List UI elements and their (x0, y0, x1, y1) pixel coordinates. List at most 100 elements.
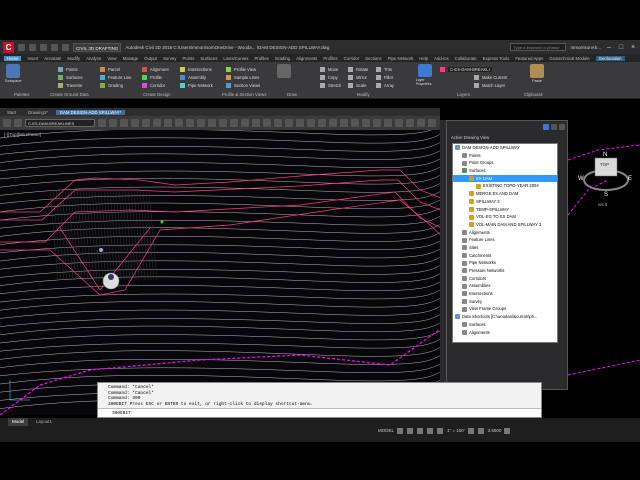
tool-icon-9[interactable] (186, 119, 194, 127)
tree-item[interactable]: VOL-MAIN DAM AND SPILLWAY 3 (453, 221, 557, 229)
move-button[interactable]: Move (320, 65, 341, 73)
tree-item[interactable]: Survey (453, 298, 557, 306)
ribbon-tab-express-tools[interactable]: Express Tools (483, 56, 510, 61)
ribbon-tab-output[interactable]: Output (144, 56, 157, 61)
maximize-icon[interactable]: □ (617, 44, 625, 51)
ribbon-tab-manage[interactable]: Manage (123, 56, 139, 61)
ribbon-tab-analyze[interactable]: Analyze (86, 56, 101, 61)
model-space-toggle[interactable]: MODEL (378, 428, 394, 433)
ribbon-tab-grading[interactable]: Grading (275, 56, 290, 61)
match-layer-button[interactable]: Match Layer (440, 81, 507, 89)
tool-icon-3[interactable] (120, 119, 128, 127)
tool-icon-10[interactable] (197, 119, 205, 127)
file-tab-start[interactable]: Start (3, 110, 20, 115)
array-button[interactable]: Array (376, 81, 394, 89)
paste-button[interactable]: Paste (528, 64, 546, 86)
tool-icon-23[interactable] (340, 119, 348, 127)
tool-icon-17[interactable] (274, 119, 282, 127)
tree-item[interactable]: Points (453, 152, 557, 160)
tree-item[interactable]: View Frame Groups (453, 305, 557, 313)
fillet-button[interactable]: Fillet (376, 73, 394, 81)
snap-icon[interactable] (407, 427, 414, 434)
tree-item[interactable]: VOL-EG TO ES DAM (453, 213, 557, 221)
tree-item[interactable]: Catchments (453, 252, 557, 260)
feature-line-button[interactable]: Feature Line (100, 73, 132, 81)
open-icon[interactable] (29, 43, 36, 51)
points-button[interactable]: Points (58, 65, 83, 73)
group-clipboard[interactable]: Clipboard (524, 92, 542, 97)
tool-icon-16[interactable] (263, 119, 271, 127)
tree-item[interactable]: Alignments (453, 229, 557, 237)
polar-icon[interactable] (427, 427, 434, 434)
group-create-ground-data[interactable]: Create Ground Data (50, 92, 89, 97)
alignment-button[interactable]: Alignment (142, 65, 169, 73)
undo-icon[interactable] (51, 43, 58, 51)
workspace-dropdown[interactable]: CIVIL 3D DRAFTING (73, 42, 122, 52)
panel-btn-icon-1[interactable] (543, 124, 549, 130)
group-modify[interactable]: Modify (357, 92, 370, 97)
make-current-button[interactable]: Make Current (440, 73, 507, 81)
tree-item[interactable]: Feature Lines (453, 236, 557, 244)
ribbon-tab-view[interactable]: View (107, 56, 116, 61)
ribbon-tab-home[interactable]: Home (4, 55, 22, 61)
search-input[interactable]: Type a keyword or phrase (510, 43, 567, 51)
file-tab-drawing1[interactable]: Drawing1* (24, 110, 52, 115)
viewport-label[interactable]: [-][Top][Wireframe] (4, 132, 41, 137)
model-tab[interactable]: Model (8, 418, 29, 426)
tool-icon-27[interactable] (384, 119, 392, 127)
scale-button[interactable]: Scale (348, 81, 368, 89)
tool-icon-29[interactable] (406, 119, 414, 127)
minimize-icon[interactable]: – (605, 44, 613, 51)
tool-icon-30[interactable] (417, 119, 425, 127)
command-input[interactable]: 300EBIT (98, 408, 541, 417)
ribbon-tab-surfaces[interactable]: Surfaces (200, 56, 217, 61)
ribbon-tab-profiles[interactable]: Profiles (254, 56, 268, 61)
section-views-button[interactable]: Section Views (226, 81, 260, 89)
pipe-network-button[interactable]: Pipe Network (180, 81, 213, 89)
ribbon-tab-lines-curves[interactable]: Lines/Curves (223, 56, 248, 61)
osnap-icon[interactable] (437, 427, 444, 434)
tree-item[interactable]: Corridors (453, 275, 557, 283)
tool-icon-5[interactable] (142, 119, 150, 127)
tool-icon-2[interactable] (109, 119, 117, 127)
group-create-design[interactable]: Create Design (143, 92, 170, 97)
customize-icon[interactable] (504, 427, 511, 434)
tool-icon-13[interactable] (230, 119, 238, 127)
panel-btn-icon-3[interactable] (559, 124, 565, 130)
stretch-button[interactable]: Stretch (320, 81, 341, 89)
profile-button[interactable]: Profile (142, 73, 169, 81)
tool-icon-6[interactable] (153, 119, 161, 127)
tree-item[interactable]: Surfaces (453, 321, 557, 329)
draw-button[interactable] (275, 64, 293, 86)
ribbon-tab-corridor[interactable]: Corridor (344, 56, 360, 61)
ribbon-tab-survey[interactable]: Survey (163, 56, 176, 61)
ribbon-tab-insert[interactable]: Insert (27, 56, 38, 61)
tree-item[interactable]: TEMP-SPILLWAY (453, 206, 557, 214)
mirror-button[interactable]: Mirror (348, 73, 368, 81)
tree-item[interactable]: Data Shortcuts [C:\woodard&curran\ph... (453, 313, 557, 321)
tool-icon-1[interactable] (98, 119, 106, 127)
ribbon-tab-featured-apps[interactable]: Featured Apps (515, 56, 543, 61)
ortho-icon[interactable] (417, 427, 424, 434)
tree-item[interactable]: Alignments (453, 329, 557, 337)
tool-icon-12[interactable] (219, 119, 227, 127)
tool-icon-7[interactable] (164, 119, 172, 127)
grading-button[interactable]: Grading (100, 81, 132, 89)
tool-icon-31[interactable] (428, 119, 436, 127)
tree-item[interactable]: EXISTING TOPO-YEAR 2004 (453, 182, 557, 190)
group-draw[interactable]: Draw (287, 92, 297, 97)
panel-btn-icon-2[interactable] (551, 124, 557, 130)
tree-item[interactable]: Point Groups (453, 159, 557, 167)
profile-view-button[interactable]: Profile View (226, 65, 260, 73)
user-name[interactable]: mmorrisonAh... (570, 45, 601, 50)
tool-icon-14[interactable] (241, 119, 249, 127)
intersections-button[interactable]: Intersections (180, 65, 213, 73)
layer-toolbar-dropdown[interactable]: C-ES-DAM-BREAKLINES (25, 119, 95, 127)
tree-item[interactable]: Sites (453, 244, 557, 252)
layer-dropdown[interactable]: C-ES-DAM-BREAKLI (440, 65, 507, 73)
prospector-tree[interactable]: DAM DESIGN-ADD SPILLWAY Points Point Group… (452, 143, 558, 343)
app-logo-icon[interactable]: C (3, 41, 14, 53)
ribbon-tab-pipe-network[interactable]: Pipe Network (388, 56, 414, 61)
toolspace-button[interactable]: Toolspace (4, 64, 22, 86)
ribbon-tab-help[interactable]: Help (419, 56, 428, 61)
